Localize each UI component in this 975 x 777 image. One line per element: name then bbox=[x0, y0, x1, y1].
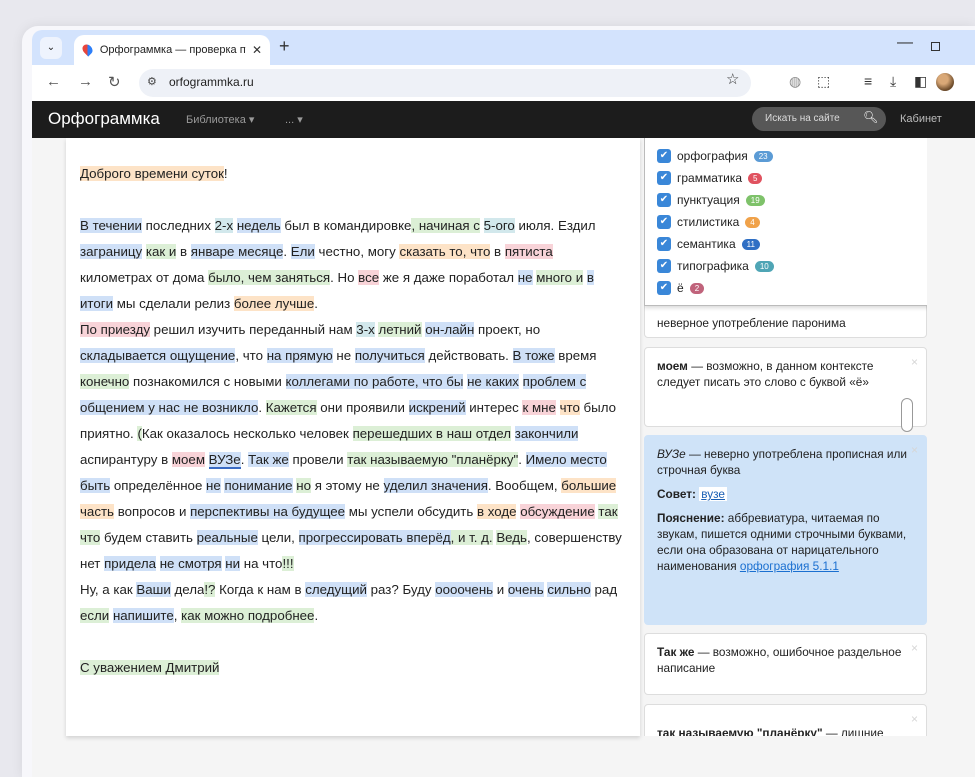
new-tab-icon[interactable]: + bbox=[279, 36, 290, 57]
tab-title: Орфограммка — проверка пу bbox=[99, 44, 246, 56]
editor-text[interactable]: Доброго времени суток! В течении последн… bbox=[80, 161, 625, 681]
minimize-icon[interactable]: — bbox=[897, 34, 913, 52]
filter-style[interactable]: ✔ стилистика 4 bbox=[657, 212, 760, 232]
close-icon[interactable]: × bbox=[911, 640, 918, 656]
site-logo[interactable]: Орфограммка bbox=[48, 109, 160, 129]
site-navbar: Орфограммка Библиотека ▾ ... ▾ Искать на… bbox=[32, 101, 975, 138]
site-settings-icon[interactable]: ⚙ bbox=[147, 75, 157, 88]
browser-tab[interactable]: Орфограммка — проверка пу ✕ bbox=[74, 35, 270, 65]
close-icon[interactable]: × bbox=[911, 711, 918, 727]
download-icon[interactable]: ⤓ bbox=[890, 73, 896, 90]
url-text: orfogrammka.ru bbox=[169, 75, 254, 89]
reload-icon[interactable]: ↻ bbox=[108, 73, 121, 91]
tab-strip: ⌄ Орфограммка — проверка пу ✕ + — bbox=[32, 30, 975, 65]
errors-panel: ✔ орфография 23 ✔ грамматика 5 ✔ пунктуация 19… bbox=[644, 138, 927, 736]
reading-list-icon[interactable]: ≡ bbox=[864, 73, 872, 89]
tab-search-button[interactable]: ⌄ bbox=[40, 37, 62, 59]
advice-suggestion[interactable]: вузе bbox=[699, 487, 727, 501]
profile-avatar-icon[interactable] bbox=[936, 73, 954, 91]
checkbox-icon[interactable]: ✔ bbox=[657, 149, 671, 163]
close-tab-icon[interactable]: ✕ bbox=[252, 43, 262, 57]
error-card-active[interactable]: × ВУЗе — неверно употреблена прописная и… bbox=[644, 435, 927, 625]
filter-yo[interactable]: ✔ ё 2 bbox=[657, 278, 705, 298]
address-bar-row: ← → ↻ ⚙ orfogrammka.ru ☆ ◍ ⬚ ≡ ⤓ ◧ bbox=[32, 65, 975, 101]
cabinet-link[interactable]: Кабинет bbox=[900, 113, 942, 125]
filter-typography[interactable]: ✔ типографика 10 bbox=[657, 256, 774, 276]
close-icon[interactable]: × bbox=[911, 354, 918, 370]
extensions-icon[interactable]: ⬚ bbox=[817, 73, 830, 90]
checkbox-icon[interactable]: ✔ bbox=[657, 193, 671, 207]
category-filters: ✔ орфография 23 ✔ грамматика 5 ✔ пунктуация 19… bbox=[644, 138, 927, 306]
error-highlight[interactable]: Доброго времени суток bbox=[80, 166, 224, 181]
checkbox-icon[interactable]: ✔ bbox=[657, 281, 671, 295]
checkbox-icon[interactable]: ✔ bbox=[657, 171, 671, 185]
checkbox-icon[interactable]: ✔ bbox=[657, 237, 671, 251]
browser-window: ⌄ Орфограммка — проверка пу ✕ + — ← → ↻ … bbox=[32, 30, 975, 777]
text-editor[interactable]: Доброго времени суток! В течении последн… bbox=[66, 138, 640, 736]
checkbox-icon[interactable]: ✔ bbox=[657, 215, 671, 229]
forward-icon[interactable]: → bbox=[78, 73, 93, 90]
translate-icon[interactable]: ◍ bbox=[789, 73, 801, 90]
filter-semantics[interactable]: ✔ семантика 11 bbox=[657, 234, 760, 254]
filter-punctuation[interactable]: ✔ пунктуация 19 bbox=[657, 190, 765, 210]
page-content: Доброго времени суток! В течении последн… bbox=[32, 138, 975, 777]
signature[interactable]: С уважением Дмитрий bbox=[80, 660, 220, 675]
checkbox-icon[interactable]: ✔ bbox=[657, 259, 671, 273]
panel-scroll-handle[interactable] bbox=[901, 398, 913, 432]
bookmark-star-icon[interactable]: ☆ bbox=[726, 70, 739, 88]
menu-more[interactable]: ... ▾ bbox=[285, 113, 303, 126]
search-icon[interactable]: 🔍︎ bbox=[863, 110, 878, 124]
menu-library[interactable]: Библиотека ▾ bbox=[186, 113, 254, 126]
error-card[interactable]: × Так же — возможно, ошибочное раздельно… bbox=[644, 633, 927, 695]
filter-spelling[interactable]: ✔ орфография 23 bbox=[657, 146, 773, 166]
filter-grammar[interactable]: ✔ грамматика 5 bbox=[657, 168, 763, 188]
error-card[interactable]: × моем — возможно, в данном контексте сл… bbox=[644, 347, 927, 427]
maximize-icon[interactable] bbox=[931, 42, 940, 51]
search-placeholder: Искать на сайте bbox=[765, 113, 840, 124]
close-icon[interactable]: × bbox=[911, 442, 918, 458]
site-favicon-icon bbox=[82, 44, 94, 56]
site-search-input[interactable]: Искать на сайте 🔍︎ bbox=[752, 107, 886, 131]
rule-link[interactable]: орфография 5.1.1 bbox=[740, 559, 839, 573]
address-bar[interactable]: ⚙ orfogrammka.ru bbox=[139, 69, 751, 97]
error-card[interactable]: × так называемую "планёрку" — лишние bbox=[644, 704, 927, 736]
side-panel-icon[interactable]: ◧ bbox=[914, 73, 927, 90]
back-icon[interactable]: ← bbox=[46, 73, 61, 90]
